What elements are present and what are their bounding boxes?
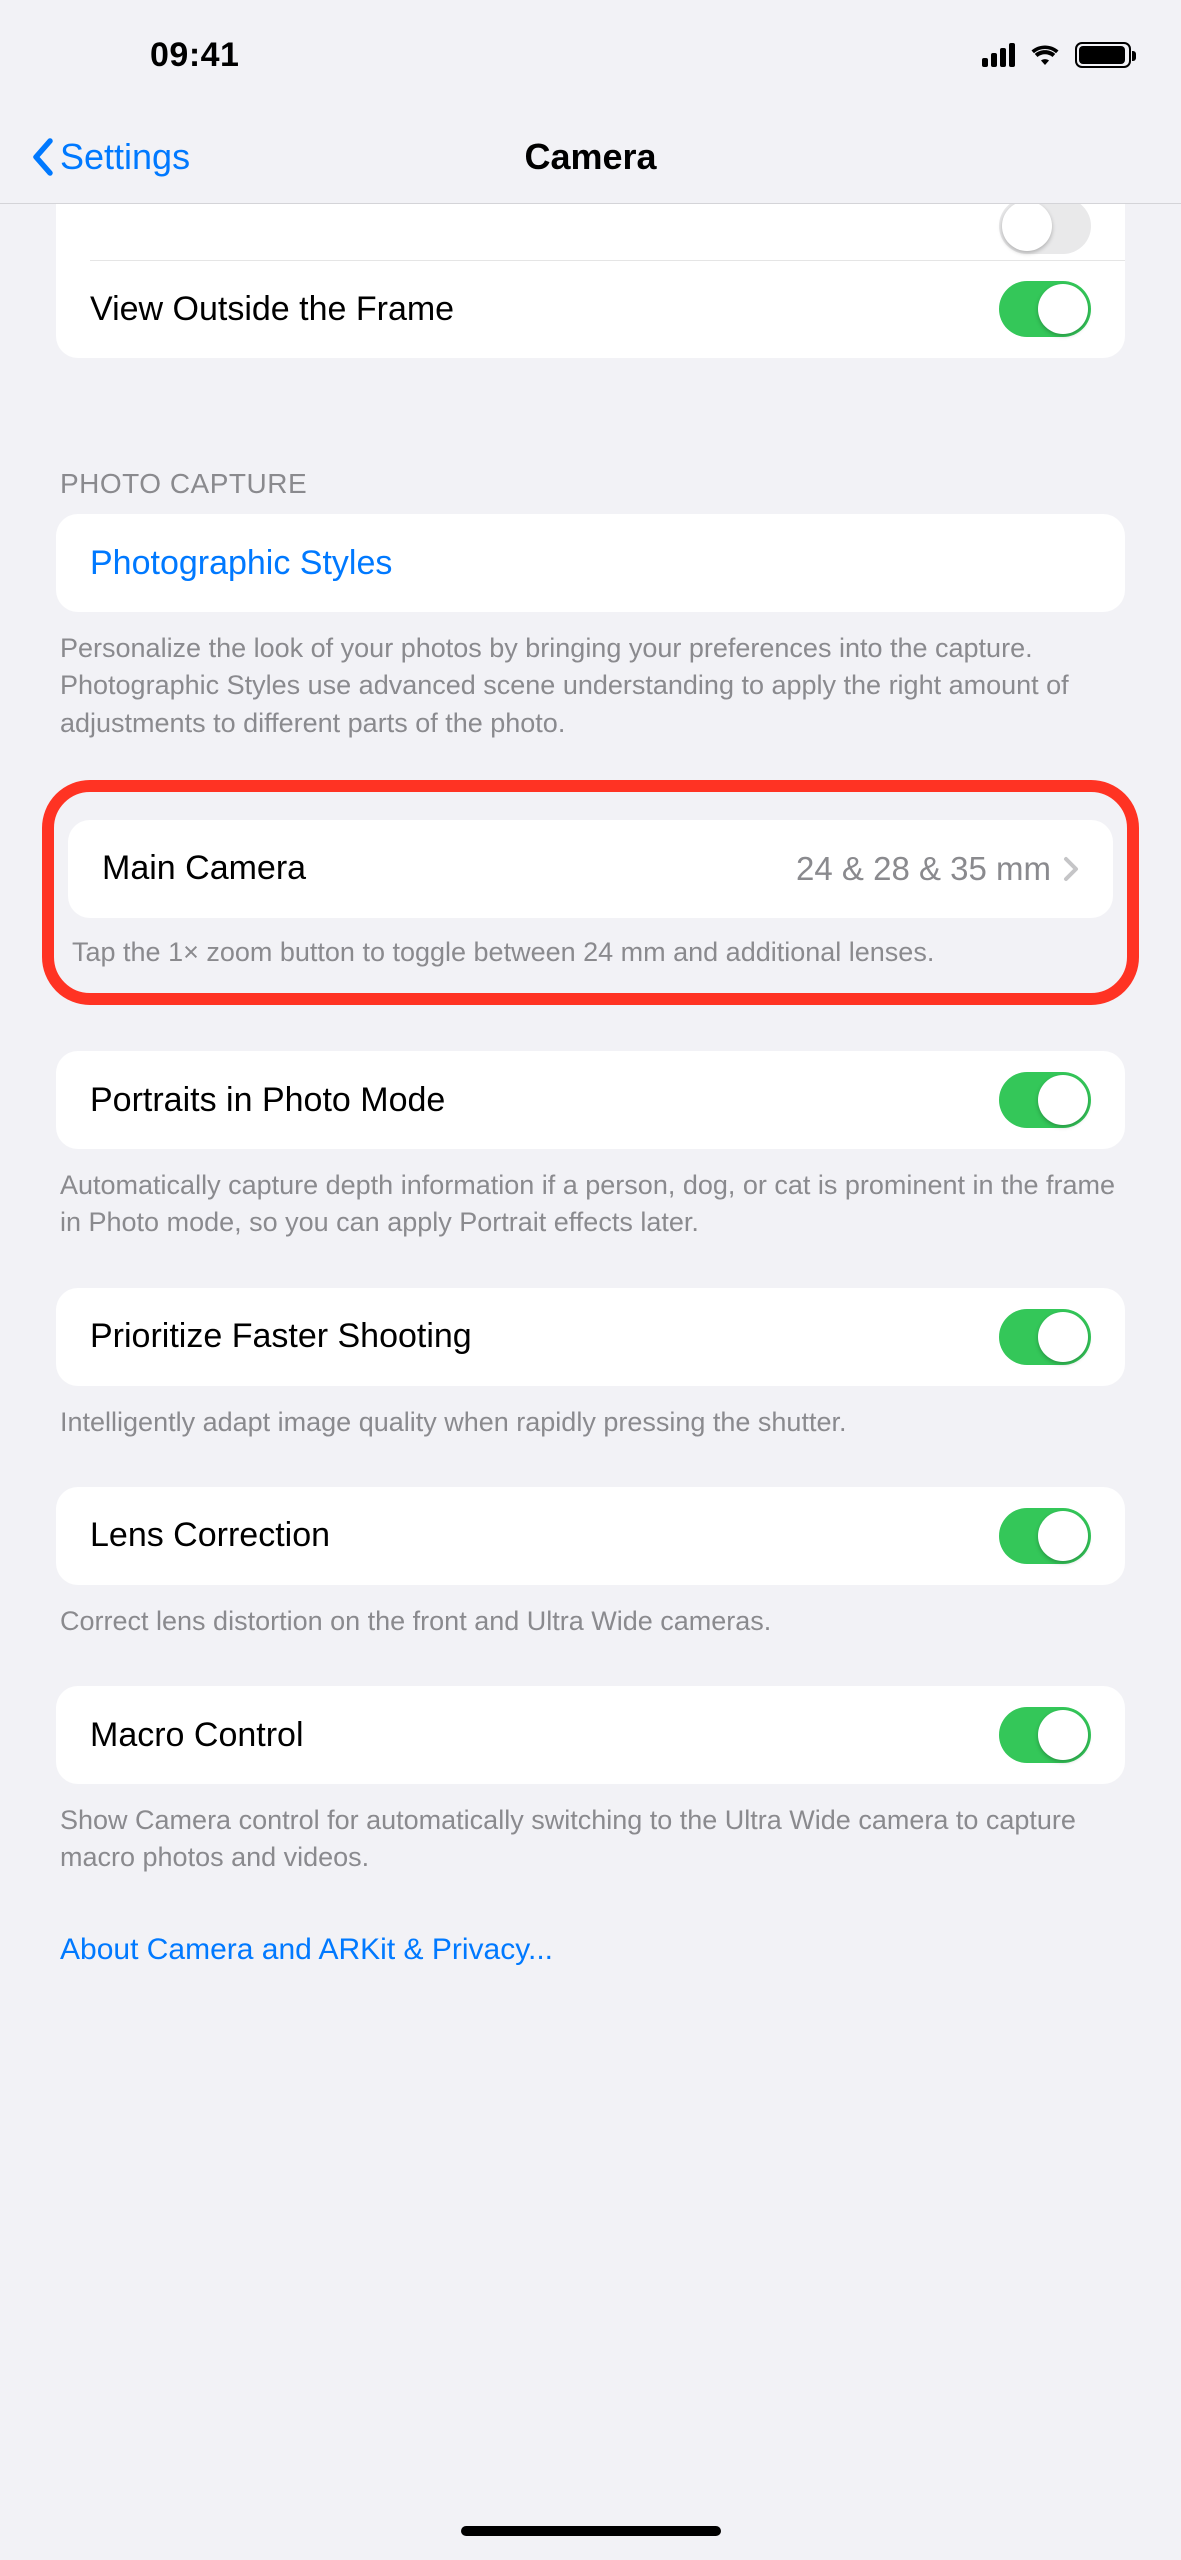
row-main-camera[interactable]: Main Camera 24 & 28 & 35 mm [68, 820, 1113, 918]
row-value: 24 & 28 & 35 mm [796, 850, 1051, 888]
lens-correction-description: Correct lens distortion on the front and… [56, 1585, 1125, 1640]
home-indicator[interactable] [461, 2526, 721, 2536]
portraits-card: Portraits in Photo Mode [56, 1051, 1125, 1149]
row-label: Main Camera [102, 849, 796, 888]
composition-card: View Outside the Frame [56, 204, 1125, 358]
status-indicators [982, 42, 1131, 68]
macro-card: Macro Control [56, 1686, 1125, 1784]
wifi-icon [1029, 43, 1061, 67]
photographic-styles-description: Personalize the look of your photos by b… [56, 612, 1125, 742]
row-label: Photographic Styles [90, 544, 1091, 583]
portraits-description: Automatically capture depth information … [56, 1149, 1125, 1242]
toggle-lens-correction[interactable] [999, 1508, 1091, 1564]
main-camera-card: Main Camera 24 & 28 & 35 mm [68, 820, 1113, 918]
toggle-view-outside-frame[interactable] [999, 281, 1091, 337]
prioritize-card: Prioritize Faster Shooting [56, 1288, 1125, 1386]
prioritize-description: Intelligently adapt image quality when r… [56, 1386, 1125, 1441]
row-lens-correction[interactable]: Lens Correction [56, 1487, 1125, 1585]
chevron-right-icon [1063, 856, 1079, 882]
about-camera-privacy-link[interactable]: About Camera and ARKit & Privacy... [56, 1933, 1125, 1967]
row-hidden-partial [56, 204, 1125, 260]
section-header-photo-capture: PHOTO CAPTURE [56, 468, 1125, 514]
nav-bar: Settings Camera [0, 110, 1181, 204]
row-label: Portraits in Photo Mode [90, 1081, 999, 1120]
status-bar: 09:41 [0, 0, 1181, 110]
row-label: View Outside the Frame [90, 290, 999, 329]
status-time: 09:41 [150, 36, 239, 75]
main-camera-description: Tap the 1× zoom button to toggle between… [68, 918, 1113, 971]
toggle-prioritize[interactable] [999, 1309, 1091, 1365]
battery-icon [1075, 42, 1131, 68]
cellular-icon [982, 43, 1015, 67]
back-label: Settings [60, 136, 190, 178]
highlight-main-camera: Main Camera 24 & 28 & 35 mm Tap the 1× z… [42, 780, 1139, 1005]
row-prioritize-faster-shooting[interactable]: Prioritize Faster Shooting [56, 1288, 1125, 1386]
row-view-outside-frame[interactable]: View Outside the Frame [56, 260, 1125, 358]
row-label: Prioritize Faster Shooting [90, 1317, 999, 1356]
row-label: Lens Correction [90, 1516, 999, 1555]
row-photographic-styles[interactable]: Photographic Styles [56, 514, 1125, 612]
row-macro-control[interactable]: Macro Control [56, 1686, 1125, 1784]
lens-correction-card: Lens Correction [56, 1487, 1125, 1585]
chevron-left-icon [30, 138, 54, 176]
toggle-macro[interactable] [999, 1707, 1091, 1763]
macro-description: Show Camera control for automatically sw… [56, 1784, 1125, 1877]
toggle-hidden[interactable] [999, 204, 1091, 254]
row-label: Macro Control [90, 1716, 999, 1755]
row-portraits-photo-mode[interactable]: Portraits in Photo Mode [56, 1051, 1125, 1149]
photographic-styles-card: Photographic Styles [56, 514, 1125, 612]
toggle-portraits[interactable] [999, 1072, 1091, 1128]
back-button[interactable]: Settings [30, 136, 190, 178]
